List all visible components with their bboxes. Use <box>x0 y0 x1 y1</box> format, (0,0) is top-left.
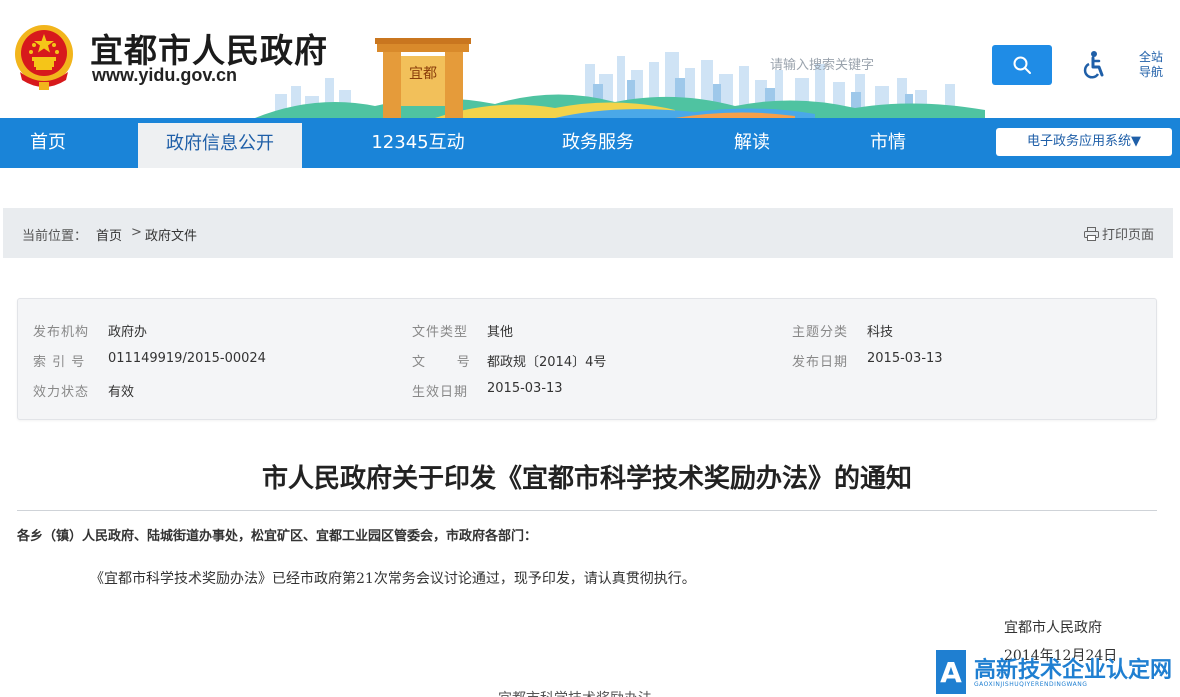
meta-publish-value: 2015-03-13 <box>867 351 943 366</box>
meta-index-label: 索 引 号 <box>33 355 86 370</box>
nav-government-services[interactable]: 政务服务 <box>548 118 648 168</box>
document-signature-org: 宜都市人民政府 <box>1004 620 1102 636</box>
site-navigation-line2: 导航 <box>1138 65 1163 79</box>
meta-issuer: 发布机构 政府办 <box>33 321 147 340</box>
breadcrumb: 当前位置： 首页 > 政府文件 打印页面 <box>3 208 1173 258</box>
meta-type: 文件类型 其他 <box>412 321 513 340</box>
nav-gov-info-disclosure[interactable]: 政府信息公开 <box>138 123 302 168</box>
breadcrumb-separator: > <box>131 225 142 240</box>
document-title: 市人民政府关于印发《宜都市科学技术奖励办法》的通知 <box>261 464 912 494</box>
site-url: www.yidu.gov.cn <box>92 65 238 85</box>
meta-topic-value: 科技 <box>867 325 894 340</box>
meta-publish-label: 发布日期 <box>792 355 849 370</box>
meta-issuer-value: 政府办 <box>108 325 148 340</box>
meta-validity-label: 效力状态 <box>33 385 90 400</box>
watermark-logo-icon: A <box>936 650 966 694</box>
accessibility-icon[interactable] <box>1080 50 1106 80</box>
document-body-paragraph: 《宜都市科学技术奖励办法》已经市政府第21次常务会议讨论通过，现予印发，请认真贯… <box>90 571 696 587</box>
nav-12345-interaction[interactable]: 12345互动 <box>358 118 478 168</box>
breadcrumb-prefix: 当前位置： <box>22 229 88 244</box>
site-navigation-line1: 全站 <box>1138 50 1163 64</box>
watermark-logo-letter: A <box>940 656 962 689</box>
print-page-label: 打印页面 <box>1102 228 1155 243</box>
meta-effective: 生效日期 2015-03-13 <box>412 381 563 400</box>
document-metadata-panel: 发布机构 政府办 索 引 号 011149919/2015-00024 效力状态… <box>17 298 1157 420</box>
meta-effective-value: 2015-03-13 <box>487 381 563 396</box>
meta-topic-label: 主题分类 <box>792 325 849 340</box>
printer-icon <box>1084 226 1099 241</box>
search-input[interactable] <box>756 46 992 84</box>
document-addressee: 各乡（镇）人民政府、陆城街道办事处，松宜矿区、宜都工业园区管委会，市政府各部门： <box>17 529 538 544</box>
meta-topic: 主题分类 科技 <box>792 321 893 340</box>
meta-index: 索 引 号 011149919/2015-00024 <box>33 351 266 370</box>
meta-type-value: 其他 <box>487 325 514 340</box>
watermark-subtext: GAOXINJISHUQIYERENDINGWANG <box>974 681 1088 688</box>
meta-publish: 发布日期 2015-03-13 <box>792 351 943 370</box>
meta-type-label: 文件类型 <box>412 325 469 340</box>
search-button[interactable] <box>992 45 1052 85</box>
site-header: 宜都市人民政府 www.yidu.gov.cn 宜都 请输入搜索关键字 全站 导… <box>0 0 1180 118</box>
nav-city-info[interactable]: 市情 <box>852 118 924 168</box>
breadcrumb-current-link[interactable]: 政府文件 <box>145 225 197 244</box>
meta-index-value: 011149919/2015-00024 <box>108 351 266 366</box>
nav-interpretation[interactable]: 解读 <box>716 118 788 168</box>
gate-text: 宜都 <box>409 66 437 82</box>
meta-validity: 效力状态 有效 <box>33 381 134 400</box>
meta-docno: 文 号 都政规〔2014〕4号 <box>412 351 606 370</box>
nav-home[interactable]: 首页 <box>0 118 96 168</box>
search-box <box>756 46 992 84</box>
breadcrumb-home-link[interactable]: 首页 <box>96 225 122 244</box>
national-emblem-icon <box>15 25 73 90</box>
print-page-button[interactable]: 打印页面 <box>1084 224 1154 243</box>
watermark: A 高新技术企业认定网 GAOXINJISHUQIYERENDINGWANG <box>932 648 1180 697</box>
watermark-text: 高新技术企业认定网 <box>974 658 1173 683</box>
document-next-heading: 宜都市科学技术奖励办法 <box>498 688 652 697</box>
meta-docno-label: 文 号 <box>412 355 471 370</box>
title-divider <box>17 510 1157 511</box>
meta-effective-label: 生效日期 <box>412 385 469 400</box>
search-icon <box>1013 56 1031 74</box>
meta-docno-value: 都政规〔2014〕4号 <box>487 355 607 370</box>
meta-validity-value: 有效 <box>108 385 135 400</box>
site-navigation-link[interactable]: 全站 导航 <box>1134 50 1168 80</box>
meta-issuer-label: 发布机构 <box>33 325 90 340</box>
e-gov-systems-dropdown[interactable]: 电子政务应用系统▼ <box>996 128 1172 156</box>
